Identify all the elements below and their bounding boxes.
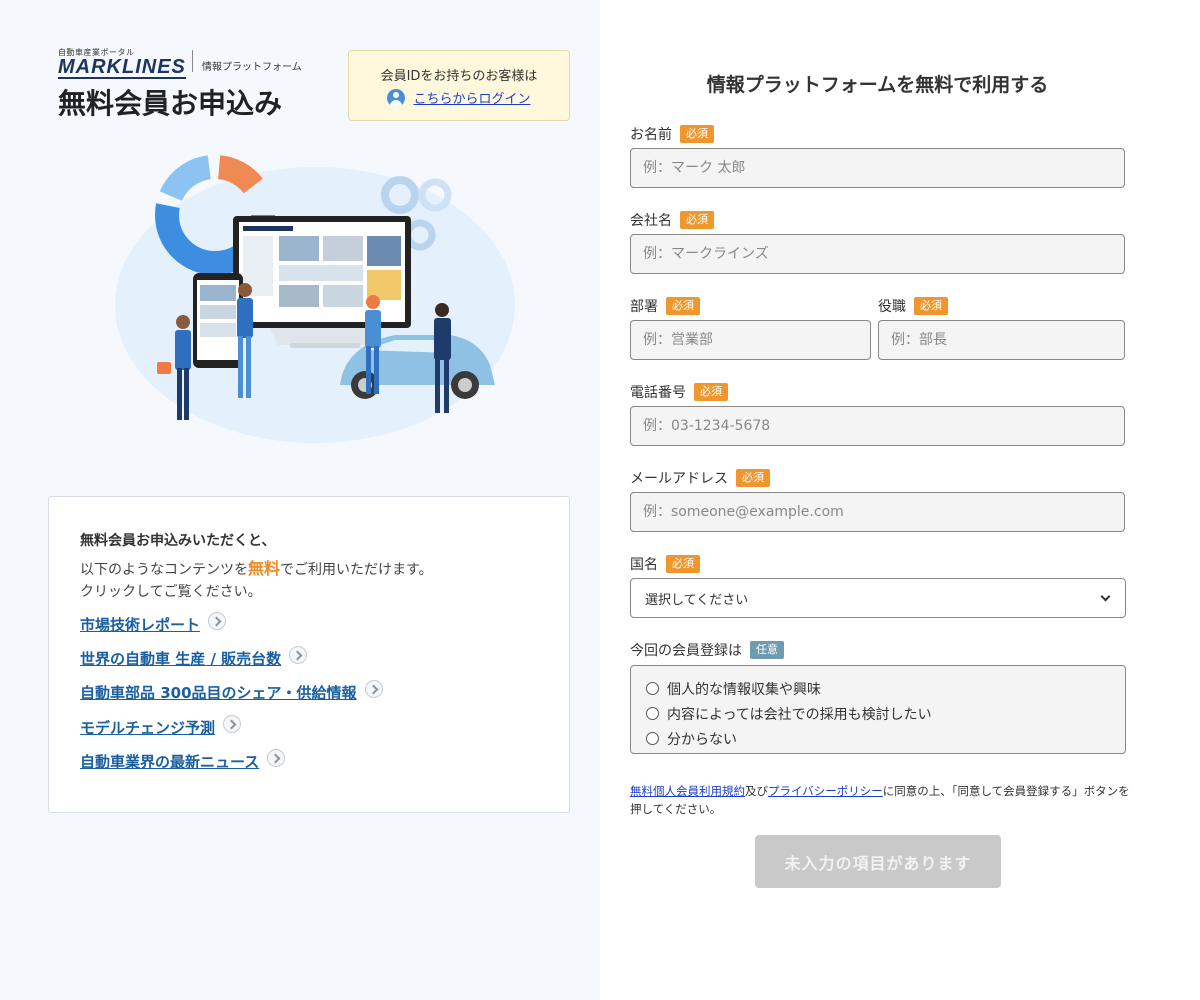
department-label-text: 部署 xyxy=(630,299,658,315)
email-input[interactable] xyxy=(630,492,1125,532)
position-label: 役職 必須 xyxy=(878,296,948,316)
link-model-change-forecast[interactable]: モデルチェンジ予測 xyxy=(80,714,242,738)
link-latest-news[interactable]: 自動車業界の最新ニュース xyxy=(80,748,286,772)
login-question: 会員IDをお持ちのお客様は xyxy=(380,69,538,84)
chevron-down-icon xyxy=(1100,591,1111,601)
link-label[interactable]: 市場技術レポート xyxy=(80,614,200,635)
info-line-2: 以下のようなコンテンツを無料でご利用いただけます。 xyxy=(80,555,433,579)
radio-label[interactable]: 分からない xyxy=(667,729,737,749)
link-label[interactable]: 自動車業界の最新ニュース xyxy=(80,751,259,772)
radio-option-company-adoption[interactable]: 内容によっては会社での採用も検討したい xyxy=(646,701,1110,726)
country-select[interactable]: 選択してください xyxy=(630,578,1126,618)
chevron-right-icon[interactable] xyxy=(364,679,383,698)
logo-platform-label: 情報プラットフォーム xyxy=(202,62,302,73)
link-label[interactable]: 自動車部品 300品目のシェア・供給情報 xyxy=(80,682,357,703)
submit-button[interactable]: 未入力の項目があります xyxy=(755,835,1001,888)
phone-label-text: 電話番号 xyxy=(630,385,686,401)
chevron-right-icon[interactable] xyxy=(208,611,227,630)
registration-form-panel: 情報プラットフォームを無料で利用する お名前必須 会社名必須 部署必須 役職必須… xyxy=(600,0,1200,1000)
info-line-2-before: 以下のようなコンテンツを xyxy=(80,562,248,578)
optional-badge: 任意 xyxy=(750,641,784,659)
link-label[interactable]: モデルチェンジ予測 xyxy=(80,717,215,738)
registration-purpose-label-text: 今回の会員登録は xyxy=(630,643,742,659)
position-label-text: 役職 xyxy=(878,299,906,315)
info-lead: 無料会員お申込みいただくと、 xyxy=(80,533,276,549)
required-badge: 必須 xyxy=(666,297,700,315)
form-title: 情報プラットフォームを無料で利用する xyxy=(600,70,1155,97)
info-line-2-after: でご利用いただけます。 xyxy=(280,562,433,578)
logo-wordmark: MARKLINES xyxy=(58,56,186,79)
radio-option-personal[interactable]: 個人的な情報収集や興味 xyxy=(646,676,1110,701)
email-label-text: メールアドレス xyxy=(630,471,728,487)
radio-label[interactable]: 個人的な情報収集や興味 xyxy=(667,679,821,699)
company-input[interactable] xyxy=(630,234,1125,274)
link-world-production-sales[interactable]: 世界の自動車 生産 / 販売台数 xyxy=(80,645,308,669)
department-label: 部署 必須 xyxy=(630,296,700,316)
page-title: 無料会員お申込み xyxy=(58,87,283,120)
required-badge: 必須 xyxy=(680,125,714,143)
free-content-box: 無料会員お申込みいただくと、 以下のようなコンテンツを無料でご利用いただけます。… xyxy=(48,496,570,813)
marklines-logo[interactable]: 自動車産業ポータル MARKLINES 情報プラットフォーム xyxy=(58,48,302,79)
left-panel: 自動車産業ポータル MARKLINES 情報プラットフォーム 無料会員お申込み … xyxy=(0,0,600,1000)
required-badge: 必須 xyxy=(694,383,728,401)
country-label: 国名 必須 xyxy=(630,554,700,574)
radio-button[interactable] xyxy=(646,682,659,695)
company-label: 会社名 必須 xyxy=(630,210,714,230)
required-badge: 必須 xyxy=(736,469,770,487)
privacy-policy-link[interactable]: プライバシーポリシー xyxy=(768,784,883,798)
phone-input[interactable] xyxy=(630,406,1125,446)
chevron-right-icon[interactable] xyxy=(223,714,242,733)
department-input[interactable] xyxy=(630,320,871,360)
radio-button[interactable] xyxy=(646,707,659,720)
country-selected-value: 選択してください xyxy=(645,592,749,608)
company-label-text: 会社名 xyxy=(630,213,672,229)
name-label: お名前 必須 xyxy=(630,124,714,144)
terms-and: 及び xyxy=(745,784,768,798)
phone-label: 電話番号 必須 xyxy=(630,382,728,402)
position-input[interactable] xyxy=(878,320,1125,360)
logo-divider xyxy=(192,50,193,72)
email-label: メールアドレス 必須 xyxy=(630,468,770,488)
required-badge: 必須 xyxy=(666,555,700,573)
radio-option-unknown[interactable]: 分からない xyxy=(646,726,1110,751)
platform-illustration xyxy=(115,155,515,443)
free-highlight: 無料 xyxy=(248,559,281,578)
form-title-text: 情報プラットフォームを無料で利用する xyxy=(706,74,1049,96)
terms-notice: 無料個人会員利用規約及びプライバシーポリシーに同意の上、「同意して会員登録する」… xyxy=(630,782,1130,818)
registration-purpose-label: 今回の会員登録は 任意 xyxy=(630,640,784,660)
login-box: 会員IDをお持ちのお客様は こちらからログイン xyxy=(348,50,570,121)
required-badge: 必須 xyxy=(914,297,948,315)
country-label-text: 国名 xyxy=(630,557,658,573)
chevron-right-icon[interactable] xyxy=(289,645,308,664)
name-label-text: お名前 xyxy=(630,127,672,143)
radio-label[interactable]: 内容によっては会社での採用も検討したい xyxy=(667,704,932,724)
link-market-tech-report[interactable]: 市場技術レポート xyxy=(80,611,227,635)
link-parts-share[interactable]: 自動車部品 300品目のシェア・供給情報 xyxy=(80,679,383,703)
link-label[interactable]: 世界の自動車 生産 / 販売台数 xyxy=(80,648,281,669)
info-line-3: クリックしてご覧ください。 xyxy=(80,584,262,600)
name-input[interactable] xyxy=(630,148,1125,188)
radio-button[interactable] xyxy=(646,732,659,745)
chevron-right-icon[interactable] xyxy=(267,748,286,767)
terms-of-use-link[interactable]: 無料個人会員利用規約 xyxy=(630,784,745,798)
required-badge: 必須 xyxy=(680,211,714,229)
registration-purpose-group: 個人的な情報収集や興味 内容によっては会社での採用も検討したい 分からない xyxy=(630,665,1126,754)
user-icon xyxy=(387,88,406,107)
login-link[interactable]: こちらからログイン xyxy=(413,88,530,107)
